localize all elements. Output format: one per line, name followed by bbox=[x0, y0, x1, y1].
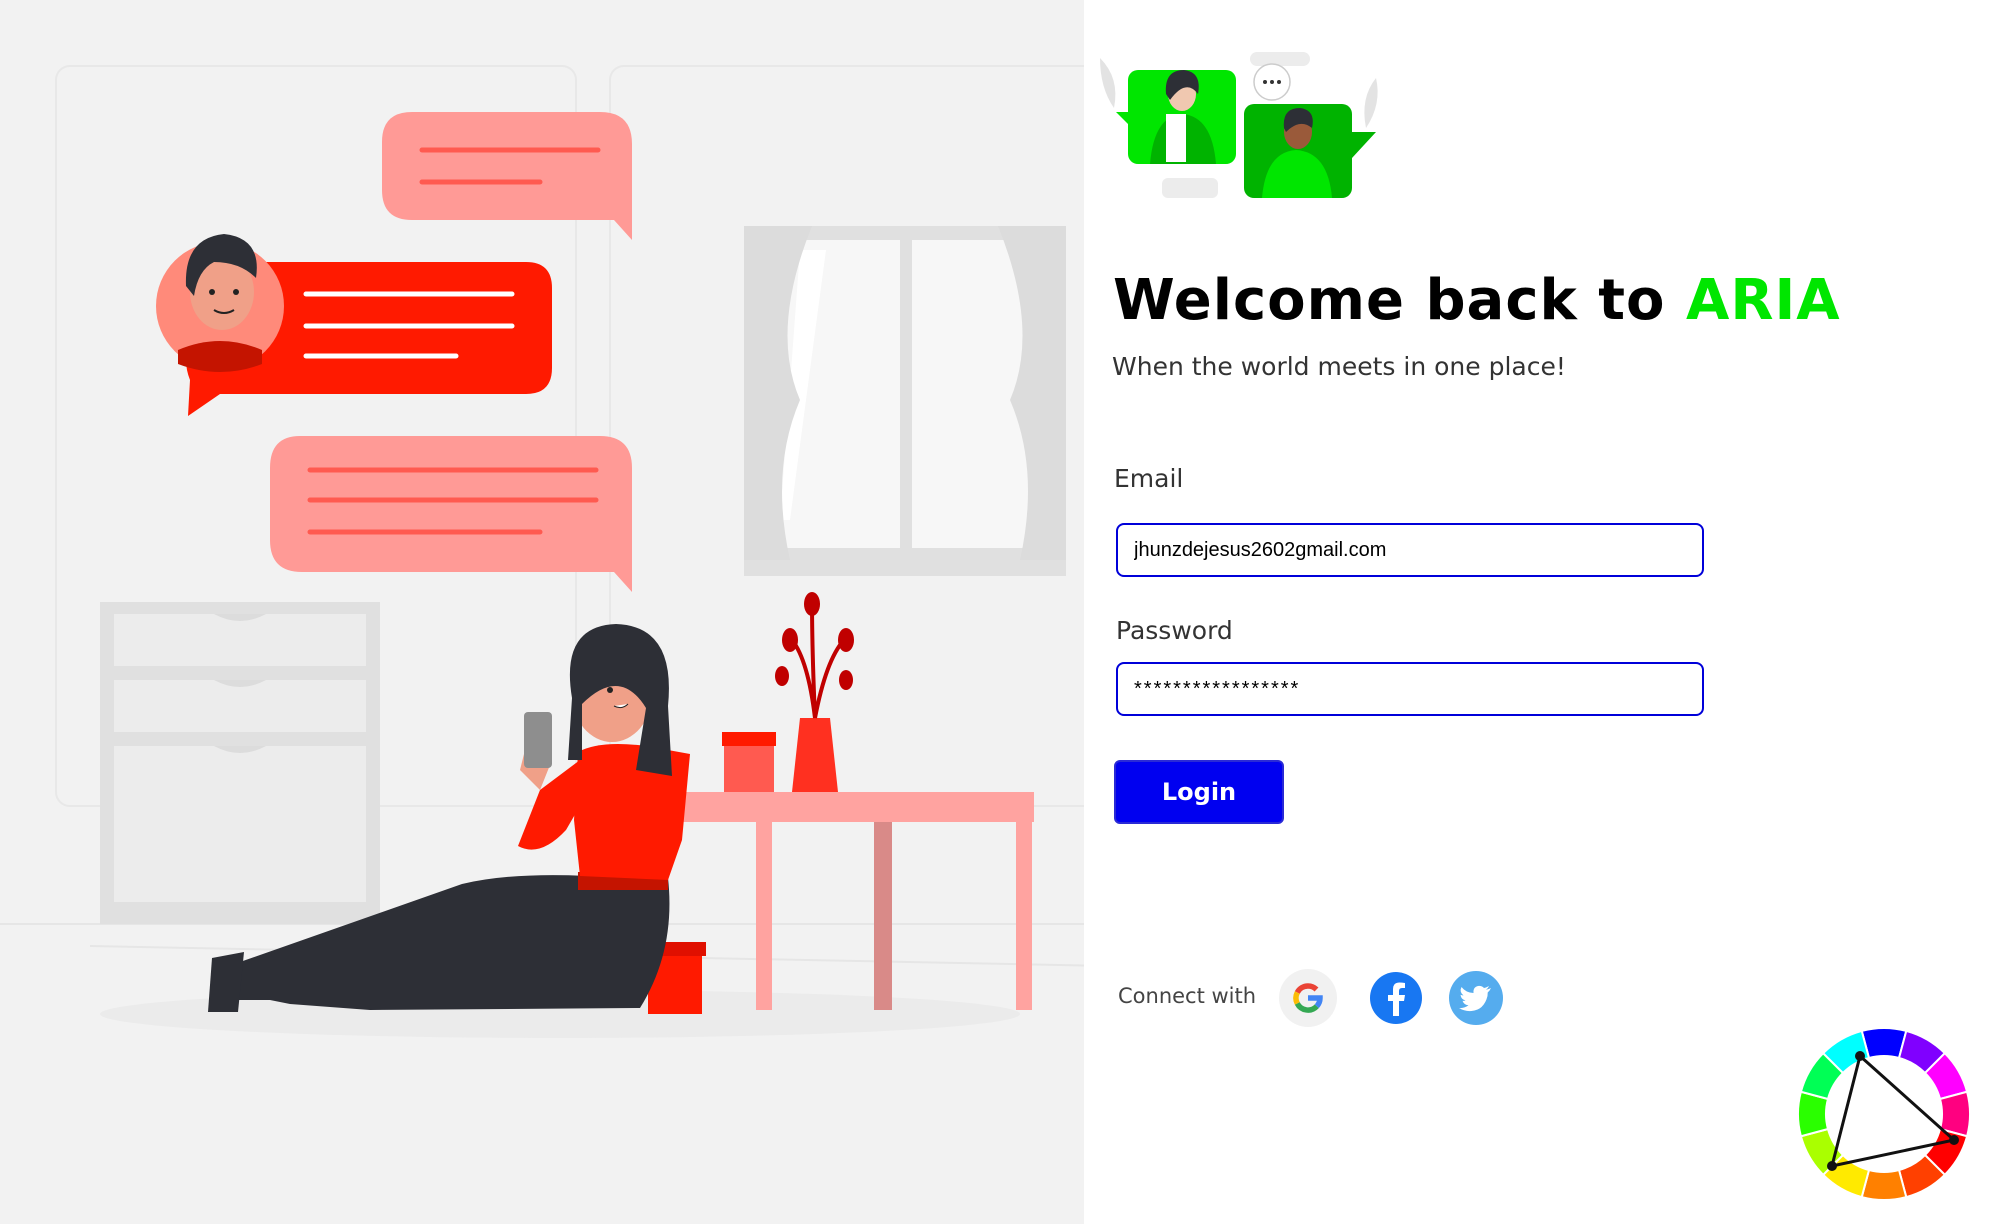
window-illustration bbox=[744, 226, 1066, 576]
facebook-icon bbox=[1370, 972, 1422, 1024]
plant-illustration bbox=[775, 592, 854, 792]
page-title: Welcome back to ARIA bbox=[1113, 268, 1841, 333]
twitter-login-button[interactable] bbox=[1446, 968, 1506, 1028]
password-input[interactable] bbox=[1116, 662, 1704, 716]
drawer-illustration bbox=[100, 602, 380, 924]
tagline: When the world meets in one place! bbox=[1112, 352, 1566, 381]
table-illustration bbox=[674, 792, 1034, 1010]
video-chat-illustration bbox=[1100, 52, 1378, 198]
chat-bubble-pink-bottom bbox=[270, 436, 632, 592]
chat-bubble-pink-top bbox=[382, 112, 632, 240]
email-input[interactable] bbox=[1116, 523, 1704, 577]
twitter-icon bbox=[1449, 971, 1503, 1025]
illustration-panel bbox=[0, 0, 1084, 1224]
connect-with-label: Connect with bbox=[1118, 984, 1257, 1008]
google-login-button[interactable] bbox=[1278, 968, 1338, 1028]
brand-name: ARIA bbox=[1686, 268, 1841, 333]
login-button[interactable]: Login bbox=[1114, 760, 1284, 824]
google-icon bbox=[1279, 969, 1337, 1027]
chat-illustration bbox=[0, 65, 1084, 1038]
facebook-login-button[interactable] bbox=[1366, 968, 1426, 1028]
password-label: Password bbox=[1116, 616, 1233, 645]
chat-bubble-red bbox=[156, 234, 552, 416]
color-wheel-logo bbox=[1797, 1027, 1971, 1201]
welcome-prefix: Welcome back to bbox=[1113, 268, 1686, 333]
email-label: Email bbox=[1114, 464, 1184, 493]
